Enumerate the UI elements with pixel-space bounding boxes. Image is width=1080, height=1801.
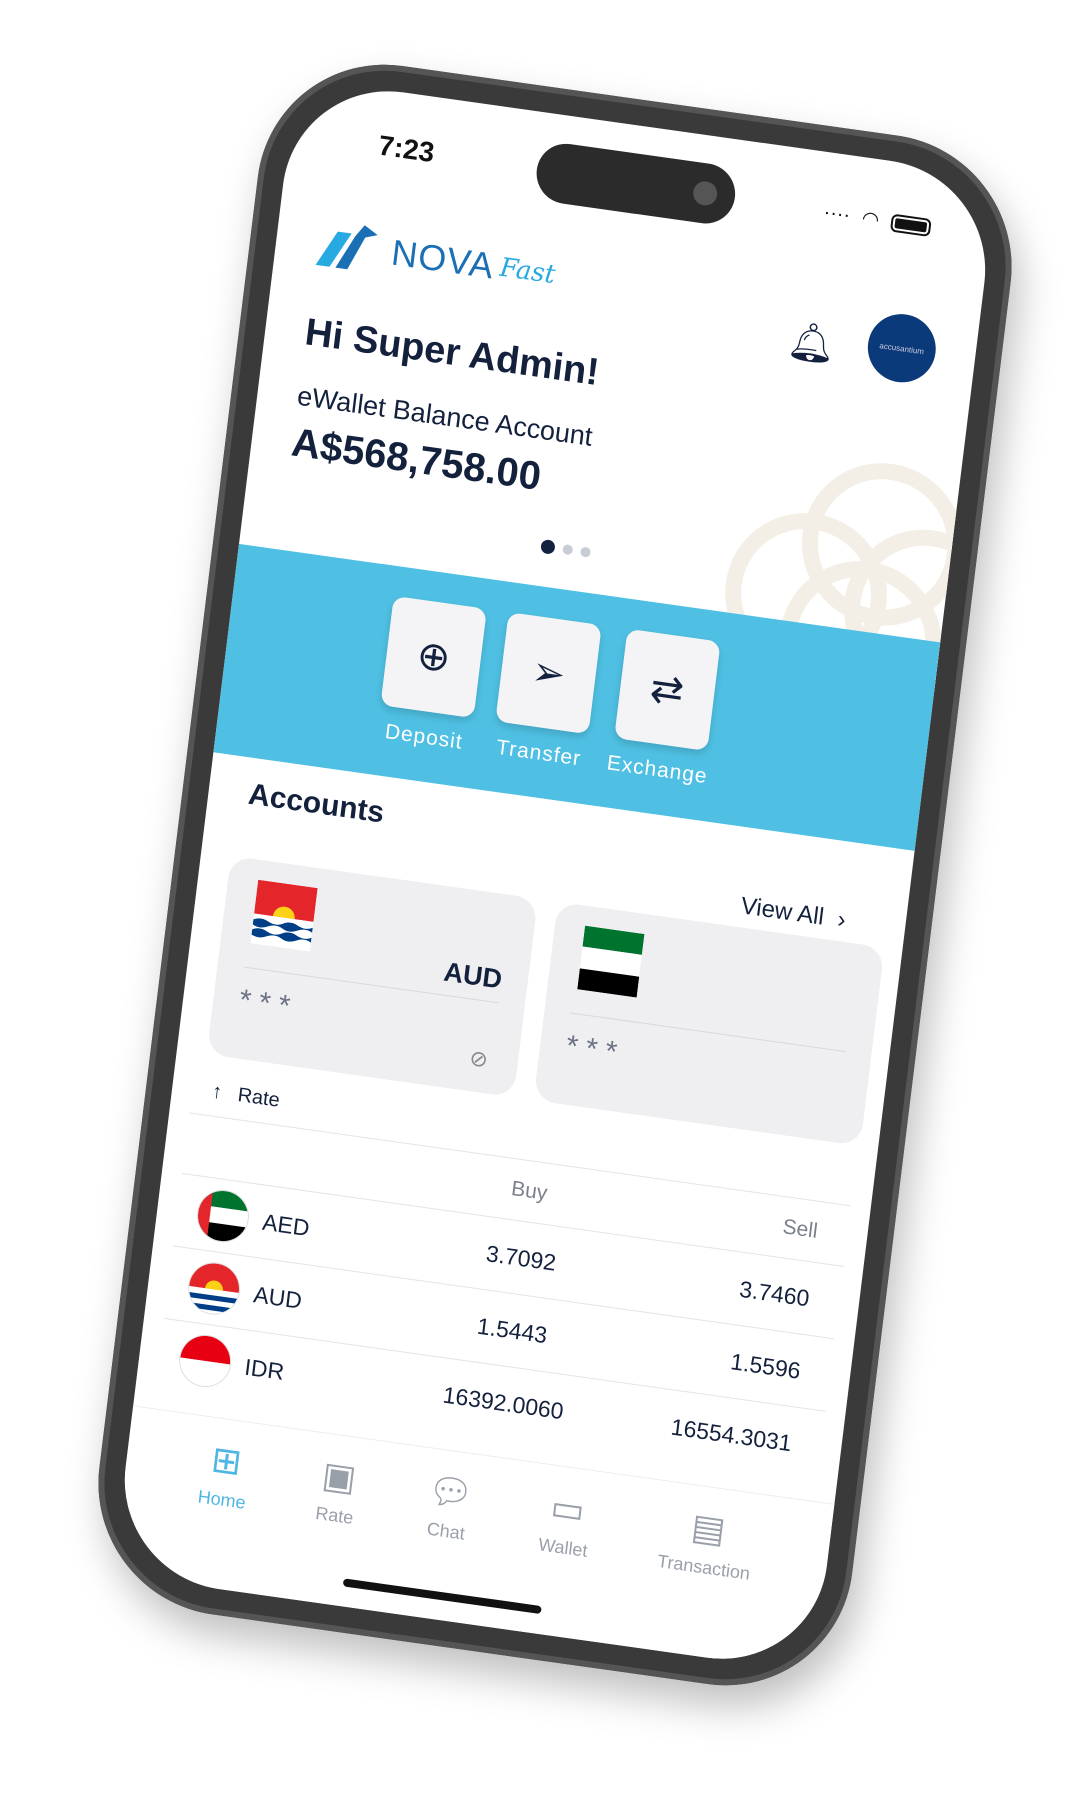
nav-label: Wallet xyxy=(537,1534,589,1561)
buy-rate: 16392.0060 xyxy=(441,1381,566,1424)
greeting: Hi Super Admin! xyxy=(302,311,602,395)
arrow-up-icon: ↑ xyxy=(210,1080,224,1104)
view-all-label: View All xyxy=(739,892,826,931)
indonesia-flag-icon xyxy=(176,1331,235,1391)
sell-rate: 3.7460 xyxy=(738,1275,811,1311)
nav-transaction[interactable]: ▤ Transaction xyxy=(647,1501,758,1662)
exchange-button[interactable]: ⇄ Exchange xyxy=(606,628,724,789)
dynamic-island xyxy=(533,139,739,228)
logo-mark-icon xyxy=(315,225,378,270)
nav-home[interactable]: ⊞ Home xyxy=(187,1437,253,1592)
deposit-button[interactable]: ⊕ Deposit xyxy=(376,595,487,756)
wallet-icon: ▭ xyxy=(548,1485,588,1532)
wifi-icon: ◠ xyxy=(860,207,881,232)
carousel-dot[interactable] xyxy=(540,538,556,555)
card-currency: AUD xyxy=(442,956,504,995)
logo-suffix: Fast xyxy=(498,252,557,291)
uae-flag-icon xyxy=(194,1186,252,1246)
masked-balance: *** xyxy=(237,983,300,1025)
rate-header: ↑ Rate xyxy=(211,1080,281,1112)
account-card-aed[interactable]: *** xyxy=(533,901,885,1147)
masked-balance: *** xyxy=(564,1029,627,1071)
currency-code: AUD xyxy=(252,1280,304,1314)
carousel-dot[interactable] xyxy=(580,546,592,558)
kiribati-flag-icon xyxy=(185,1259,243,1318)
carousel-dots xyxy=(540,538,592,560)
grid-icon: ⊞ xyxy=(209,1437,245,1483)
brand-logo: NOVA Fast xyxy=(313,217,558,300)
accounts-title: Accounts xyxy=(246,777,386,830)
sell-rate: 16554.3031 xyxy=(669,1413,794,1456)
chevron-right-icon: › xyxy=(836,905,848,934)
camera xyxy=(691,179,719,207)
currency-code: IDR xyxy=(243,1353,286,1385)
nav-label: Rate xyxy=(314,1502,355,1528)
plus-circle-icon: ⊕ xyxy=(380,595,487,719)
view-all-link[interactable]: View All › xyxy=(739,892,847,934)
chat-icon: 💬︎ xyxy=(425,1468,476,1516)
nav-label: Home xyxy=(196,1486,247,1513)
nav-label: Chat xyxy=(425,1518,466,1544)
uae-flag-icon xyxy=(577,925,645,998)
nav-wallet[interactable]: ▭ Wallet xyxy=(528,1485,595,1640)
avatar-text: accusantium xyxy=(878,340,925,356)
bell-icon[interactable]: 🔔︎ xyxy=(785,318,838,368)
rate-title: Rate xyxy=(236,1084,282,1112)
money-icon: ▣ xyxy=(319,1453,359,1499)
phone-frame: 7:23 ···· ◠ NOVA Fast 🔔︎ accusantium Hi … xyxy=(83,47,1027,1703)
status-time: 7:23 xyxy=(376,129,437,169)
battery-icon xyxy=(889,213,932,237)
kiribati-flag-icon xyxy=(250,879,318,952)
avatar[interactable]: accusantium xyxy=(863,309,940,387)
eye-off-icon[interactable]: ⊘ xyxy=(468,1045,489,1073)
app-screen: 7:23 ···· ◠ NOVA Fast 🔔︎ accusantium Hi … xyxy=(112,77,998,1673)
clipboard-list-icon: ▤ xyxy=(689,1505,728,1551)
signal-icon: ···· xyxy=(822,201,852,227)
nav-label: Transaction xyxy=(656,1550,752,1584)
sell-rate: 1.5596 xyxy=(729,1347,803,1384)
carousel-dot[interactable] xyxy=(562,543,574,556)
transfer-button[interactable]: ➢ Transfer xyxy=(491,612,602,772)
buy-rate: 3.7092 xyxy=(484,1239,558,1276)
currency-code: AED xyxy=(261,1208,312,1241)
status-icons: ···· ◠ xyxy=(822,200,932,240)
arrows-exchange-icon: ⇄ xyxy=(613,628,721,751)
paper-plane-icon: ➢ xyxy=(495,612,602,735)
logo-text: NOVA xyxy=(389,231,497,287)
buy-rate: 1.5443 xyxy=(475,1312,549,1348)
account-card-aud[interactable]: AUD *** ⊘ xyxy=(206,855,538,1098)
